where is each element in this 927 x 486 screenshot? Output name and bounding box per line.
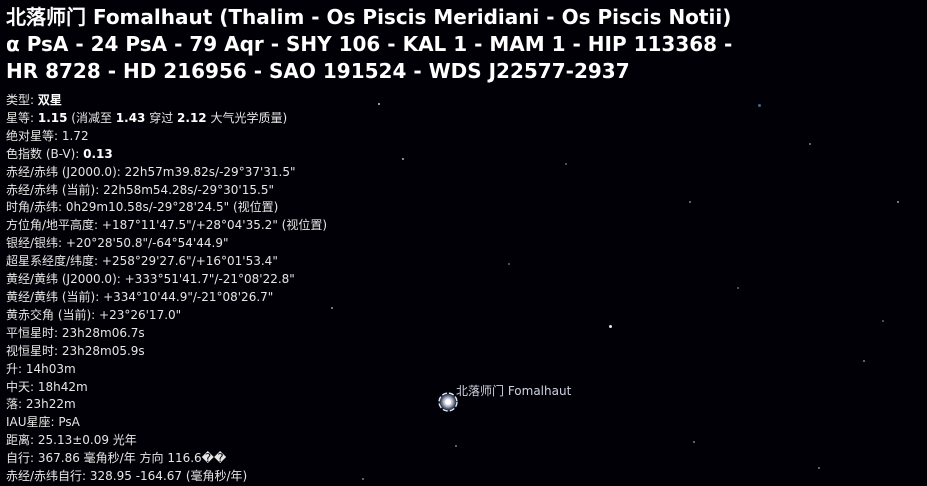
info-color-index-value: 0.13 <box>83 146 113 161</box>
info-mean-sidereal: 平恒星时: 23h28m06.7s <box>6 325 145 340</box>
info-airmass: 2.12 <box>177 110 207 125</box>
star[interactable] <box>378 103 380 105</box>
star[interactable] <box>565 163 567 165</box>
star[interactable] <box>897 201 899 203</box>
title-line: 北落师门 Fomalhaut (Thalim - Os Piscis Merid… <box>6 5 732 29</box>
star[interactable] <box>882 320 884 322</box>
star[interactable] <box>818 467 820 469</box>
star[interactable] <box>331 307 333 309</box>
star[interactable] <box>455 445 457 447</box>
star[interactable] <box>402 158 404 160</box>
info-hour-angle: 时角/赤纬: 0h29m10.58s/-29°28'24.5" (视位置) <box>6 200 279 215</box>
star[interactable] <box>362 478 364 480</box>
info-abs-magnitude: 绝对星等: 1.72 <box>6 128 89 143</box>
star[interactable] <box>737 287 739 289</box>
star[interactable] <box>863 360 865 362</box>
info-set: 落: 23h22m <box>6 397 76 412</box>
info-magnitude-text: 大气光学质量) <box>206 110 288 125</box>
info-distance: 距离: 25.13±0.09 光年 <box>6 433 137 448</box>
info-ecliptic-current: 黄经/黄纬 (当前): +334°10'44.9"/-21°08'26.7" <box>6 289 274 304</box>
object-info-panel: 类型: 双星 星等: 1.15 (消减至 1.43 穿过 2.12 大气光学质量… <box>6 92 327 486</box>
star[interactable] <box>693 441 695 443</box>
info-proper-motion: 自行: 367.86 毫角秒/年 方向 116.6�� <box>6 451 227 466</box>
info-magnitude-label: 星等: <box>6 110 38 125</box>
info-ra-dec-j2000: 赤经/赤纬 (J2000.0): 22h57m39.82s/-29°37'31.… <box>6 164 296 179</box>
star[interactable] <box>758 104 761 107</box>
info-az-alt: 方位角/地平高度: +187°11'47.5"/+28°04'35.2" (视位… <box>6 218 328 233</box>
star[interactable] <box>809 143 811 145</box>
info-type-value: 双星 <box>37 93 62 107</box>
info-rise: 升: 14h03m <box>6 361 76 376</box>
star[interactable] <box>689 201 691 203</box>
info-ra-dec-current: 赤经/赤纬 (当前): 22h58m54.28s/-29°30'15.5" <box>6 182 274 197</box>
star[interactable] <box>609 325 612 328</box>
star-label[interactable]: 北落师门 Fomalhaut <box>456 382 571 399</box>
title-line: HR 8728 - HD 216956 - SAO 191524 - WDS J… <box>6 59 630 83</box>
info-transit: 中天: 18h42m <box>6 379 88 394</box>
info-magnitude-extinct: 1.43 <box>115 110 146 125</box>
info-iau-constellation: IAU星座: PsA <box>6 415 80 430</box>
info-ecliptic-j2000: 黄经/黄纬 (J2000.0): +333°51'41.7"/-21°08'22… <box>6 272 295 287</box>
info-apparent-sidereal: 视恒星时: 23h28m05.9s <box>6 343 145 358</box>
info-magnitude-value: 1.15 <box>37 110 68 125</box>
info-magnitude-text: (消减至 <box>67 110 116 125</box>
title-line: α PsA - 24 PsA - 79 Aqr - SHY 106 - KAL … <box>6 32 733 56</box>
info-obliquity: 黄赤交角 (当前): +23°26'17.0" <box>6 307 182 322</box>
info-color-index: 色指数 (B-V): 0.13 <box>6 146 327 164</box>
info-type-label: 类型: <box>6 93 38 107</box>
info-magnitude-text: 穿过 <box>145 110 178 125</box>
sky-view[interactable]: { "object": { "title_lines": [ "北落师门 Fom… <box>0 0 927 483</box>
info-galactic: 银经/银纬: +20°28'50.8"/-64°54'44.9" <box>6 236 229 251</box>
info-type: 类型: 双星 <box>6 92 327 110</box>
info-magnitude: 星等: 1.15 (消减至 1.43 穿过 2.12 大气光学质量) <box>6 110 327 128</box>
info-supergalactic: 超星系经度/纬度: +258°29'27.6"/+16°01'53.4" <box>6 254 278 269</box>
star[interactable] <box>508 263 510 265</box>
info-color-index-label: 色指数 (B-V): <box>6 146 84 161</box>
object-title: 北落师门 Fomalhaut (Thalim - Os Piscis Merid… <box>6 4 911 85</box>
info-pm-ra-dec: 赤经/赤纬自行: 328.95 -164.67 (毫角秒/年) <box>6 469 248 484</box>
